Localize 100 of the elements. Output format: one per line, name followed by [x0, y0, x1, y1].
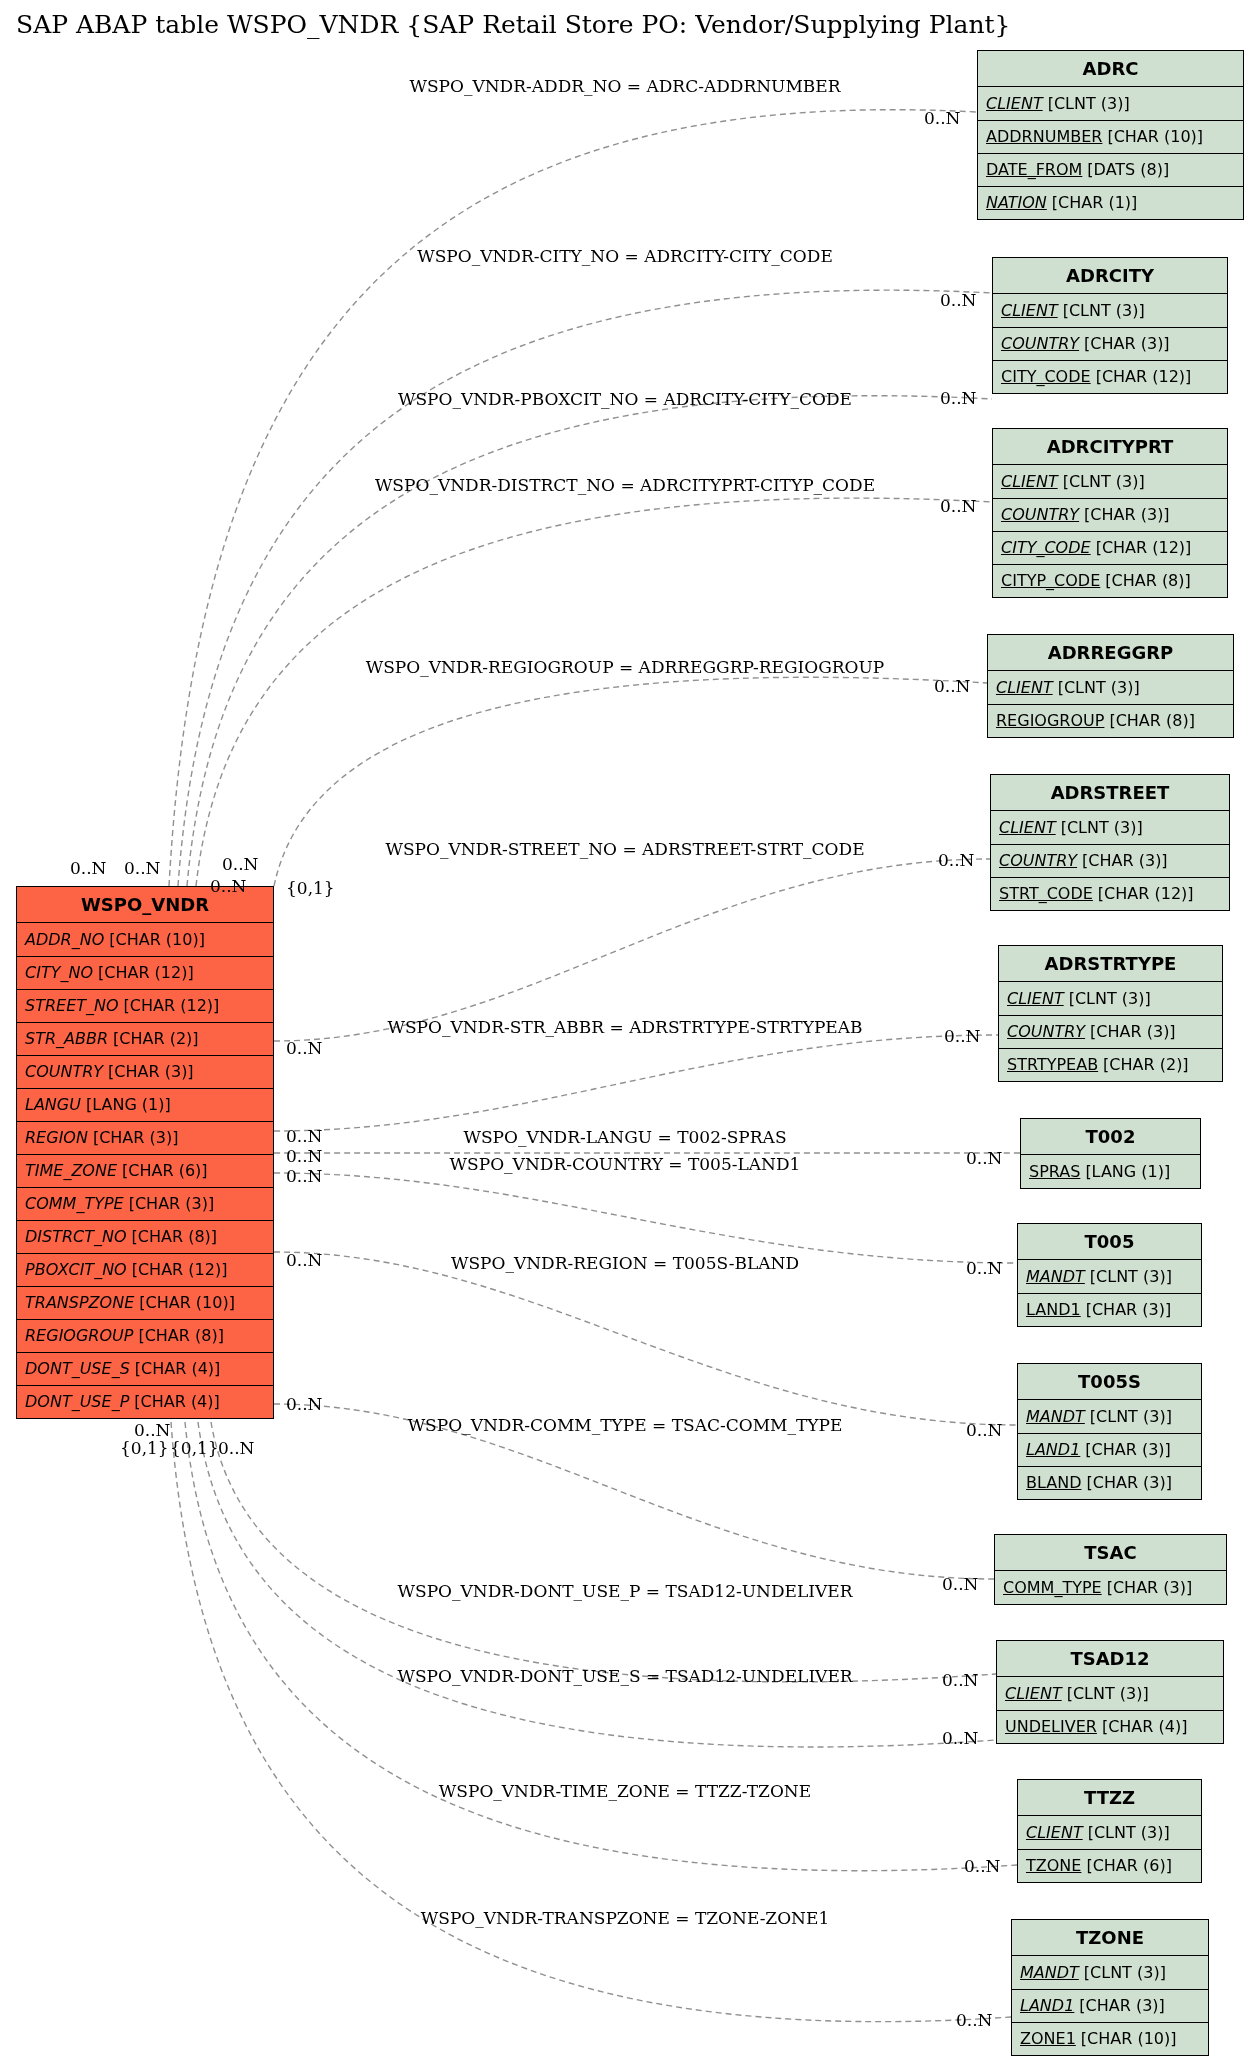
table-header: ADRC — [978, 51, 1243, 87]
table-field: REGIOGROUP [CHAR (8)] — [17, 1319, 273, 1352]
relation-label: WSPO_VNDR-COUNTRY = T005-LAND1 — [449, 1156, 801, 1173]
relation-label: WSPO_VNDR-STR_ABBR = ADRSTRTYPE-STRTYPEAB — [387, 1019, 863, 1036]
cardinality-label: 0..N — [966, 1422, 1003, 1439]
table-header: TTZZ — [1018, 1780, 1201, 1816]
cardinality-label: 0..N — [286, 1168, 323, 1185]
relation-label: WSPO_VNDR-DISTRCT_NO = ADRCITYPRT-CITYP_CODE — [374, 477, 876, 494]
table-field: LAND1 [CHAR (3)] — [1012, 1989, 1208, 2022]
table-header: ADRREGGRP — [988, 635, 1233, 671]
cardinality-label: 0..N — [70, 860, 107, 877]
table-field: COUNTRY [CHAR (3)] — [999, 1015, 1222, 1048]
table-header: T005 — [1018, 1224, 1201, 1260]
cardinality-label: 0..N — [956, 2012, 993, 2029]
table-field: DONT_USE_P [CHAR (4)] — [17, 1385, 273, 1418]
relation-label: WSPO_VNDR-STREET_NO = ADRSTREET-STRT_CODE — [385, 841, 865, 858]
table-field: NATION [CHAR (1)] — [978, 186, 1243, 219]
table-field: COUNTRY [CHAR (3)] — [991, 844, 1229, 877]
table-field: MANDT [CLNT (3)] — [1018, 1260, 1201, 1293]
table-header: ADRSTREET — [991, 775, 1229, 811]
cardinality-label: 0..N — [966, 1260, 1003, 1277]
table-field: PBOXCIT_NO [CHAR (12)] — [17, 1253, 273, 1286]
relation-label: WSPO_VNDR-DONT_USE_S = TSAD12-UNDELIVER — [397, 1668, 853, 1685]
cardinality-label: 0..N — [938, 852, 975, 869]
table-field: TIME_ZONE [CHAR (6)] — [17, 1154, 273, 1187]
table-header: ADRSTRTYPE — [999, 946, 1222, 982]
table-field: ADDRNUMBER [CHAR (10)] — [978, 120, 1243, 153]
table-field: MANDT [CLNT (3)] — [1018, 1400, 1201, 1433]
table-field: LAND1 [CHAR (3)] — [1018, 1433, 1201, 1466]
table-field: CLIENT [CLNT (3)] — [978, 87, 1243, 120]
table-field: STREET_NO [CHAR (12)] — [17, 989, 273, 1022]
table-header: ADRCITYPRT — [993, 429, 1227, 465]
relation-label: WSPO_VNDR-CITY_NO = ADRCITY-CITY_CODE — [417, 248, 833, 265]
table-field: REGIOGROUP [CHAR (8)] — [988, 704, 1233, 737]
table-field: CITYP_CODE [CHAR (8)] — [993, 564, 1227, 597]
cardinality-label: 0..N — [940, 498, 977, 515]
table-field: STRTYPEAB [CHAR (2)] — [999, 1048, 1222, 1081]
cardinality-label: 0..N — [934, 678, 971, 695]
cardinality-label: 0..N — [286, 1252, 323, 1269]
table-field: CITY_NO [CHAR (12)] — [17, 956, 273, 989]
table-field: DONT_USE_S [CHAR (4)] — [17, 1352, 273, 1385]
table-field: CLIENT [CLNT (3)] — [991, 811, 1229, 844]
cardinality-label: 0..N — [940, 292, 977, 309]
relation-label: WSPO_VNDR-DONT_USE_P = TSAD12-UNDELIVER — [397, 1583, 853, 1600]
table-field: TRANSPZONE [CHAR (10)] — [17, 1286, 273, 1319]
cardinality-label: {0,1} — [120, 1440, 169, 1457]
table-field: COUNTRY [CHAR (3)] — [993, 327, 1227, 360]
table-field: CLIENT [CLNT (3)] — [993, 465, 1227, 498]
table-header: TSAD12 — [997, 1641, 1223, 1677]
relation-label: WSPO_VNDR-REGION = T005S-BLAND — [450, 1255, 800, 1272]
cardinality-label: 0..N — [222, 856, 259, 873]
relation-label: WSPO_VNDR-ADDR_NO = ADRC-ADDRNUMBER — [409, 78, 841, 95]
table-field: CLIENT [CLNT (3)] — [993, 294, 1227, 327]
table-field: CITY_CODE [CHAR (12)] — [993, 531, 1227, 564]
table-field: UNDELIVER [CHAR (4)] — [997, 1710, 1223, 1743]
relation-label: WSPO_VNDR-LANGU = T002-SPRAS — [463, 1129, 787, 1146]
table-field: COUNTRY [CHAR (3)] — [993, 498, 1227, 531]
cardinality-label: 0..N — [286, 1148, 323, 1165]
table-field: COMM_TYPE [CHAR (3)] — [995, 1571, 1226, 1604]
table-field: STR_ABBR [CHAR (2)] — [17, 1022, 273, 1055]
table-field: STRT_CODE [CHAR (12)] — [991, 877, 1229, 910]
table-header: TSAC — [995, 1535, 1226, 1571]
cardinality-label: 0..N — [942, 1730, 979, 1747]
table-field: ZONE1 [CHAR (10)] — [1012, 2022, 1208, 2055]
cardinality-label: 0..N — [944, 1028, 981, 1045]
table-header: TZONE — [1012, 1920, 1208, 1956]
table-field: SPRAS [LANG (1)] — [1021, 1155, 1200, 1188]
table-field: DATE_FROM [DATS (8)] — [978, 153, 1243, 186]
table-field: LANGU [LANG (1)] — [17, 1088, 273, 1121]
cardinality-label: 0..N — [924, 110, 961, 127]
table-field: CLIENT [CLNT (3)] — [1018, 1816, 1201, 1849]
table-field: COMM_TYPE [CHAR (3)] — [17, 1187, 273, 1220]
table-field: MANDT [CLNT (3)] — [1012, 1956, 1208, 1989]
relation-label: WSPO_VNDR-TIME_ZONE = TTZZ-TZONE — [438, 1783, 812, 1800]
cardinality-label: {0,1} — [170, 1440, 219, 1457]
cardinality-label: 0..N — [134, 1422, 171, 1439]
cardinality-label: 0..N — [286, 1128, 323, 1145]
table-field: REGION [CHAR (3)] — [17, 1121, 273, 1154]
diagram-title: SAP ABAP table WSPO_VNDR {SAP Retail Store PO: Vendor/Supplying Plant} — [16, 9, 1011, 41]
table-field: CITY_CODE [CHAR (12)] — [993, 360, 1227, 393]
cardinality-label: 0..N — [964, 1858, 1001, 1875]
table-header: T005S — [1018, 1364, 1201, 1400]
table-header: T002 — [1021, 1119, 1200, 1155]
cardinality-label: 0..N — [942, 1576, 979, 1593]
cardinality-label: 0..N — [966, 1150, 1003, 1167]
table-field: COUNTRY [CHAR (3)] — [17, 1055, 273, 1088]
cardinality-label: 0..N — [286, 1396, 323, 1413]
cardinality-label: 0..N — [286, 1040, 323, 1057]
relation-label: WSPO_VNDR-TRANSPZONE = TZONE-ZONE1 — [420, 1910, 830, 1927]
table-field: CLIENT [CLNT (3)] — [988, 671, 1233, 704]
table-field: LAND1 [CHAR (3)] — [1018, 1293, 1201, 1326]
table-field: DISTRCT_NO [CHAR (8)] — [17, 1220, 273, 1253]
table-field: ADDR_NO [CHAR (10)] — [17, 923, 273, 956]
table-field: CLIENT [CLNT (3)] — [999, 982, 1222, 1015]
relation-label: WSPO_VNDR-COMM_TYPE = TSAC-COMM_TYPE — [407, 1417, 843, 1434]
cardinality-label: 0..N — [942, 1672, 979, 1689]
relation-label: WSPO_VNDR-REGIOGROUP = ADRREGGRP-REGIOGROUP — [365, 659, 885, 676]
table-header: ADRCITY — [993, 258, 1227, 294]
table-field: CLIENT [CLNT (3)] — [997, 1677, 1223, 1710]
cardinality-label: {0,1} — [286, 880, 335, 897]
